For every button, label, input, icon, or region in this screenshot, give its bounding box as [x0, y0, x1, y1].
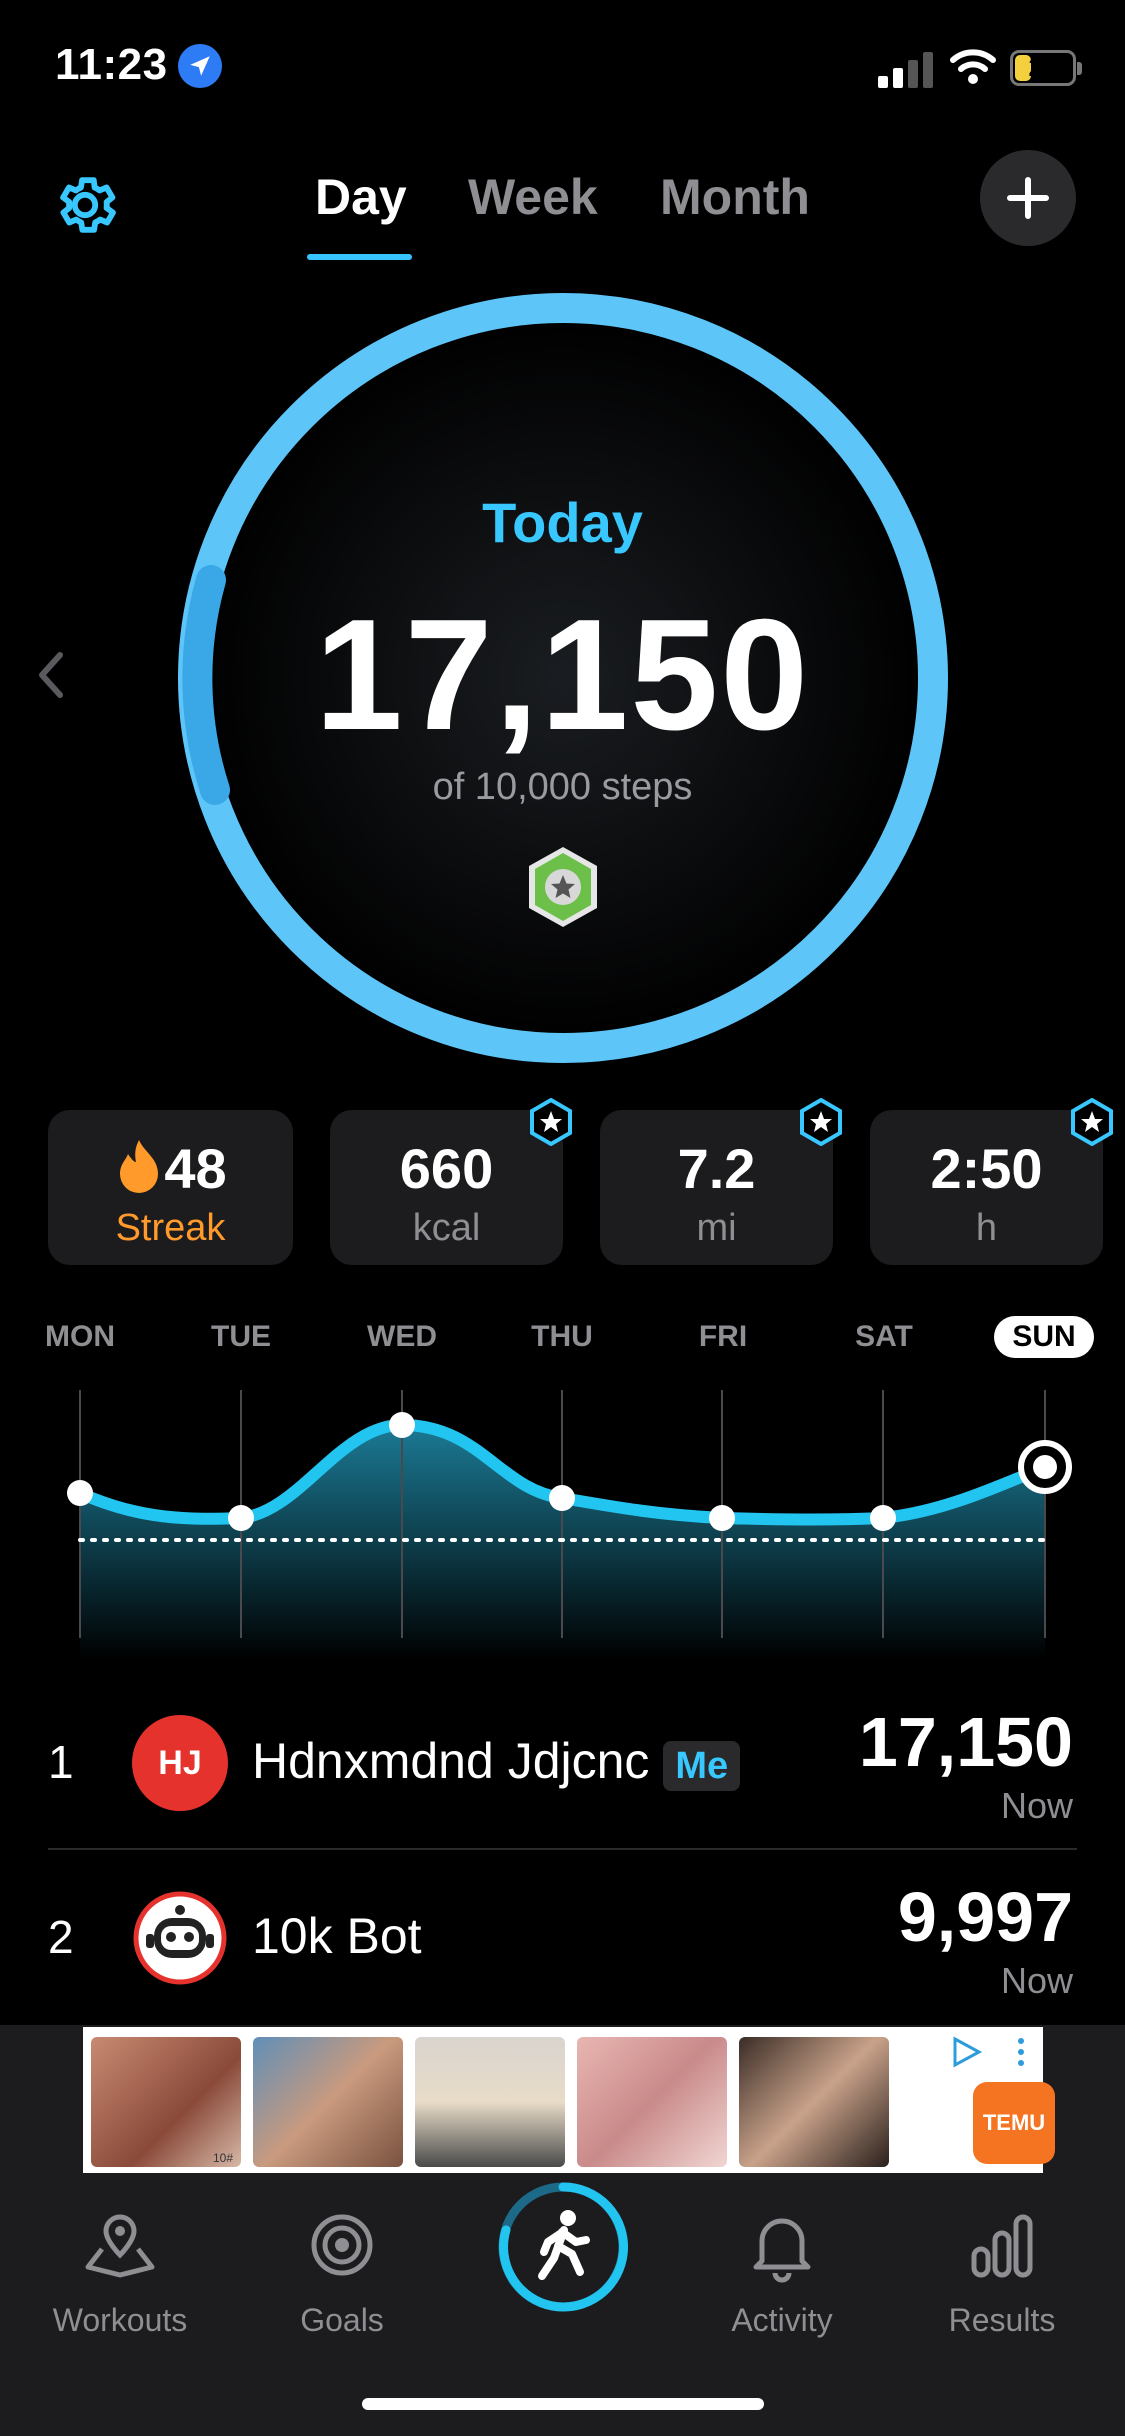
tab-workouts[interactable]: Workouts — [30, 2205, 210, 2339]
home-indicator[interactable] — [362, 2398, 764, 2410]
ad-banner[interactable]: 10# TEMU — [0, 2025, 1125, 2175]
robot-avatar-icon — [133, 1891, 227, 1985]
rank-number: 2 — [48, 1911, 74, 1963]
streak-value-row: 48 — [48, 1136, 293, 1201]
day-label-mon[interactable]: MON — [25, 1320, 135, 1354]
rank-number: 1 — [48, 1736, 74, 1788]
map-pin-icon — [85, 2214, 155, 2278]
score-time: Now — [1000, 1960, 1073, 2001]
bar-chart-icon — [971, 2214, 1033, 2278]
leaderboard-row[interactable]: 2 10k Bot 9,997 Now — [0, 1855, 1125, 2025]
user-name: 10k Bot — [252, 1908, 422, 1964]
status-time: 11:23 — [55, 40, 168, 89]
ad-product-image[interactable] — [253, 2037, 403, 2167]
tab-goals[interactable]: Goals — [252, 2205, 432, 2339]
ad-choices-icon[interactable] — [951, 2035, 1031, 2069]
plus-icon — [1007, 177, 1049, 219]
distance-label: mi — [696, 1207, 737, 1249]
walk-icon[interactable] — [496, 2180, 630, 2314]
tab-label: Results — [948, 2302, 1056, 2338]
wifi-icon — [950, 49, 996, 84]
duration-label: h — [975, 1207, 998, 1249]
chevron-left-icon[interactable] — [30, 645, 70, 705]
streak-value: 48 — [164, 1137, 227, 1200]
day-label-thu[interactable]: THU — [507, 1320, 617, 1354]
tab-results[interactable]: Results — [912, 2205, 1092, 2339]
tab-day[interactable]: Day — [315, 168, 407, 226]
bell-icon — [753, 2218, 811, 2283]
week-steps-chart — [67, 1390, 1072, 1660]
ad-product-image[interactable] — [739, 2037, 889, 2167]
add-button[interactable] — [980, 150, 1076, 246]
location-arrow-icon — [178, 44, 222, 88]
temu-logo[interactable]: TEMU — [973, 2082, 1055, 2164]
battery-level: 21 — [1028, 52, 1058, 82]
calories-label: kcal — [412, 1207, 481, 1249]
tab-week[interactable]: Week — [468, 168, 598, 226]
day-label-wed[interactable]: WED — [347, 1320, 457, 1354]
day-label-sun[interactable]: SUN — [994, 1316, 1094, 1358]
tab-label: Workouts — [52, 2302, 188, 2338]
ad-product-image[interactable]: 10# — [91, 2037, 241, 2167]
avatar: HJ — [132, 1715, 228, 1811]
tab-month[interactable]: Month — [660, 168, 810, 226]
battery-indicator: 21 — [1010, 50, 1082, 86]
user-name-row: Hdnxmdnd Jdjcnc Me — [252, 1732, 741, 1791]
ad-thumb-label: 10# — [212, 2151, 233, 2165]
me-tag: Me — [663, 1741, 741, 1791]
achievement-badge-icon[interactable] — [525, 845, 601, 929]
steps-count: 17,150 — [314, 587, 811, 763]
user-score: 9,997 — [897, 1878, 1073, 1956]
row-divider — [48, 1848, 1077, 1850]
tab-label: Activity — [731, 2302, 833, 2338]
ad-product-image[interactable] — [577, 2037, 727, 2167]
star-badge-icon — [1071, 1098, 1113, 1146]
ring-title: Today — [482, 491, 643, 554]
leaderboard-row[interactable]: 1 HJ Hdnxmdnd Jdjcnc Me 17,150 Now — [0, 1680, 1125, 1850]
tab-label: Goals — [300, 2302, 384, 2338]
day-label-tue[interactable]: TUE — [186, 1320, 296, 1354]
star-badge-icon — [530, 1098, 572, 1146]
day-label-fri[interactable]: FRI — [668, 1320, 778, 1354]
day-label-sat[interactable]: SAT — [829, 1320, 939, 1354]
streak-label: Streak — [115, 1207, 226, 1249]
gear-icon[interactable] — [50, 170, 120, 240]
target-icon — [311, 2214, 373, 2276]
active-tab-indicator — [307, 254, 412, 260]
flame-icon — [120, 1140, 159, 1193]
score-time: Now — [1000, 1785, 1073, 1826]
streak-card[interactable]: 48 Streak — [48, 1110, 293, 1265]
temu-logo-text: TEMU — [982, 2109, 1046, 2135]
cellular-signal-icon — [878, 52, 933, 88]
ad-product-image[interactable] — [415, 2037, 565, 2167]
user-score: 17,150 — [858, 1703, 1073, 1781]
tab-activity[interactable]: Activity — [692, 2205, 872, 2339]
user-name: Hdnxmdnd Jdjcnc — [252, 1733, 650, 1789]
steps-goal: of 10,000 steps — [432, 766, 693, 808]
star-badge-icon — [800, 1098, 842, 1146]
